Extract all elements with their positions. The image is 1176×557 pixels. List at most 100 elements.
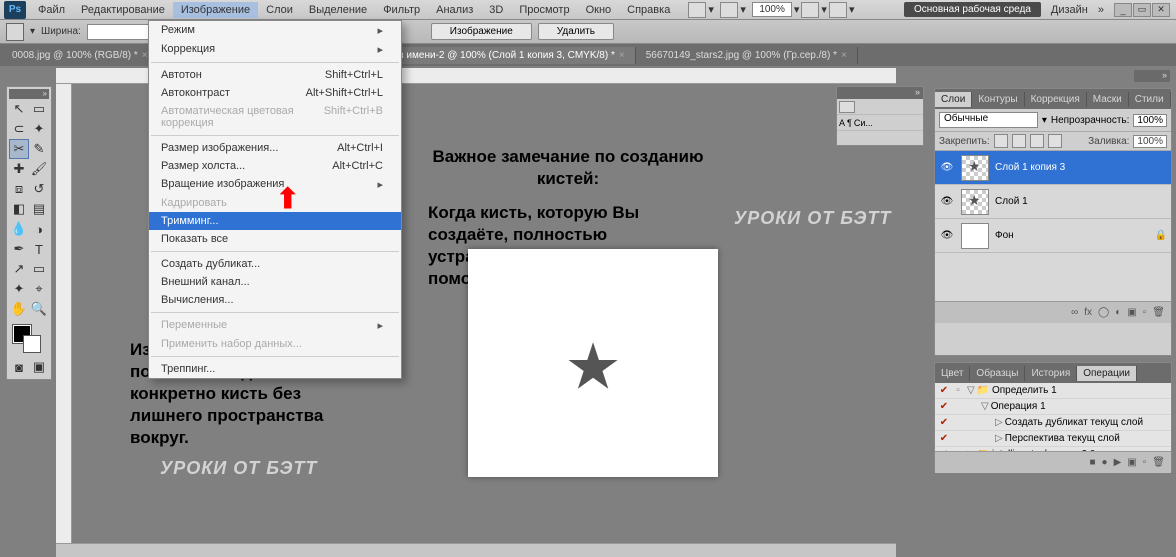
- symbols-panel-label[interactable]: Си...: [854, 118, 873, 128]
- menu-3d[interactable]: 3D: [481, 2, 511, 18]
- zoom-value[interactable]: 100%: [752, 2, 792, 17]
- healing-tool-icon[interactable]: ✚: [9, 159, 29, 179]
- new-set-icon[interactable]: ▣: [1127, 457, 1136, 468]
- dock-collapse-icon[interactable]: »: [837, 87, 923, 99]
- menu-item[interactable]: Режим▸: [149, 21, 401, 40]
- panel-tab[interactable]: Стили: [1129, 92, 1171, 107]
- stamp-tool-icon[interactable]: ⧈: [9, 179, 29, 199]
- tab-close-icon[interactable]: ×: [142, 50, 148, 61]
- lock-all-icon[interactable]: [1048, 134, 1062, 148]
- rail-collapse-icon[interactable]: »: [1134, 70, 1170, 82]
- menu-окно[interactable]: Окно: [578, 2, 620, 18]
- crop-tool-icon[interactable]: [6, 23, 24, 41]
- pen-tool-icon[interactable]: ✒: [9, 239, 29, 259]
- new-action-icon[interactable]: ▫: [1143, 457, 1147, 468]
- layer-row[interactable]: 👁Фон🔒: [935, 219, 1171, 253]
- visibility-icon[interactable]: 👁: [939, 230, 955, 241]
- window-close-icon[interactable]: ✕: [1152, 3, 1170, 17]
- screen-mode-icon[interactable]: [720, 2, 738, 18]
- check-icon[interactable]: ✔: [937, 385, 951, 396]
- minibridge-icon[interactable]: [839, 101, 855, 113]
- menu-item[interactable]: Вращение изображения▸: [149, 175, 401, 194]
- layer-row[interactable]: 👁Слой 1: [935, 185, 1171, 219]
- window-restore-icon[interactable]: ▭: [1133, 3, 1151, 17]
- menu-справка[interactable]: Справка: [619, 2, 678, 18]
- tab-close-icon[interactable]: ×: [619, 50, 625, 61]
- eyedropper-tool-icon[interactable]: ✎: [29, 139, 49, 159]
- horizontal-scrollbar[interactable]: [56, 543, 896, 557]
- panel-tab[interactable]: Коррекция: [1025, 92, 1087, 107]
- gradient-tool-icon[interactable]: ▤: [29, 199, 49, 219]
- adjustment-layer-icon[interactable]: ◐: [1115, 307, 1121, 318]
- menu-item[interactable]: Вычисления...: [149, 291, 401, 309]
- menu-item[interactable]: АвтоконтрастAlt+Shift+Ctrl+L: [149, 84, 401, 102]
- menu-item[interactable]: Показать все: [149, 230, 401, 248]
- visibility-icon[interactable]: 👁: [939, 196, 955, 207]
- menu-изображение[interactable]: Изображение: [173, 2, 258, 18]
- camera-tool-icon[interactable]: ⌖: [29, 279, 49, 299]
- lock-position-icon[interactable]: [1030, 134, 1044, 148]
- lock-pixels-icon[interactable]: [1012, 134, 1026, 148]
- panel-tab[interactable]: Цвет: [935, 366, 970, 381]
- trash-icon[interactable]: 🗑: [1152, 457, 1165, 468]
- workspace-selector[interactable]: Основная рабочая среда: [904, 2, 1041, 17]
- panel-tab[interactable]: Каналы: [1171, 92, 1176, 107]
- quickmask-icon[interactable]: ◙: [9, 357, 29, 377]
- dialog-toggle-icon[interactable]: ▫: [951, 385, 965, 396]
- panel-tab[interactable]: Образцы: [970, 366, 1025, 381]
- action-row[interactable]: ✔▫▽📁 Определить 1: [935, 383, 1171, 399]
- menu-item[interactable]: Тримминг...: [149, 212, 401, 230]
- fill-value[interactable]: 100%: [1133, 135, 1167, 148]
- menu-item[interactable]: Размер холста...Alt+Ctrl+C: [149, 157, 401, 175]
- marquee-tool-icon[interactable]: ▭: [29, 99, 49, 119]
- dodge-tool-icon[interactable]: ◑: [29, 219, 49, 239]
- menu-item[interactable]: Размер изображения...Alt+Ctrl+I: [149, 139, 401, 157]
- crop-tool-icon[interactable]: ✂: [9, 139, 29, 159]
- hand-tool-icon[interactable]: ✋: [9, 299, 29, 319]
- blend-mode-select[interactable]: Обычные: [939, 112, 1038, 128]
- play-icon[interactable]: ▶: [1114, 457, 1122, 468]
- action-row[interactable]: ✔▽Операция 1: [935, 399, 1171, 415]
- visibility-icon[interactable]: 👁: [939, 162, 955, 173]
- menu-item[interactable]: АвтотонShift+Ctrl+L: [149, 66, 401, 84]
- type-tool-icon[interactable]: T: [29, 239, 49, 259]
- action-row[interactable]: ✔▷Создать дубликат текущ слой: [935, 415, 1171, 431]
- new-layer-icon[interactable]: ▫: [1143, 307, 1147, 318]
- check-icon[interactable]: ✔: [937, 449, 951, 451]
- paragraph-panel-icon[interactable]: ¶: [847, 118, 852, 128]
- layer-thumbnail[interactable]: [961, 189, 989, 215]
- move-tool-icon[interactable]: ↖: [9, 99, 29, 119]
- zoom-tool-icon[interactable]: 🔍: [29, 299, 49, 319]
- menu-слои[interactable]: Слои: [258, 2, 301, 18]
- check-icon[interactable]: ✔: [937, 433, 951, 444]
- check-icon[interactable]: ✔: [937, 417, 951, 428]
- disclosure-icon[interactable]: ▷: [967, 449, 975, 451]
- disclosure-icon[interactable]: ▷: [995, 417, 1003, 428]
- disclosure-icon[interactable]: ▽: [981, 401, 989, 412]
- menu-item[interactable]: Коррекция▸: [149, 40, 401, 59]
- layer-group-icon[interactable]: ▣: [1127, 307, 1136, 318]
- disclosure-icon[interactable]: ▷: [995, 433, 1003, 444]
- layer-thumbnail[interactable]: [961, 223, 989, 249]
- tab-close-icon[interactable]: ×: [841, 50, 847, 61]
- character-panel-icon[interactable]: A: [839, 118, 845, 128]
- hand-icon[interactable]: [801, 2, 819, 18]
- panel-tab[interactable]: Операции: [1077, 366, 1137, 381]
- menu-фильтр[interactable]: Фильтр: [375, 2, 428, 18]
- color-swatches[interactable]: [9, 323, 49, 357]
- path-tool-icon[interactable]: ↗: [9, 259, 29, 279]
- eraser-tool-icon[interactable]: ◧: [9, 199, 29, 219]
- panel-tab[interactable]: Маски: [1087, 92, 1129, 107]
- menu-выделение[interactable]: Выделение: [301, 2, 375, 18]
- delete-button[interactable]: Удалить: [538, 23, 614, 40]
- menu-item[interactable]: Треппинг...: [149, 360, 401, 378]
- toolbox-collapse-icon[interactable]: »: [9, 89, 49, 99]
- link-layers-icon[interactable]: ∞: [1071, 307, 1078, 318]
- panel-tab[interactable]: Слои: [935, 92, 972, 107]
- delete-layer-icon[interactable]: 🗑: [1152, 307, 1165, 318]
- layer-fx-icon[interactable]: fx: [1084, 307, 1092, 318]
- document-tab[interactable]: 0008.jpg @ 100% (RGB/8) *×: [2, 47, 159, 64]
- chevrons-icon[interactable]: »: [1098, 4, 1104, 16]
- panel-tab[interactable]: История: [1025, 366, 1077, 381]
- document-tab[interactable]: Без имени-2 @ 100% (Слой 1 копия 3, CMYK…: [377, 47, 636, 64]
